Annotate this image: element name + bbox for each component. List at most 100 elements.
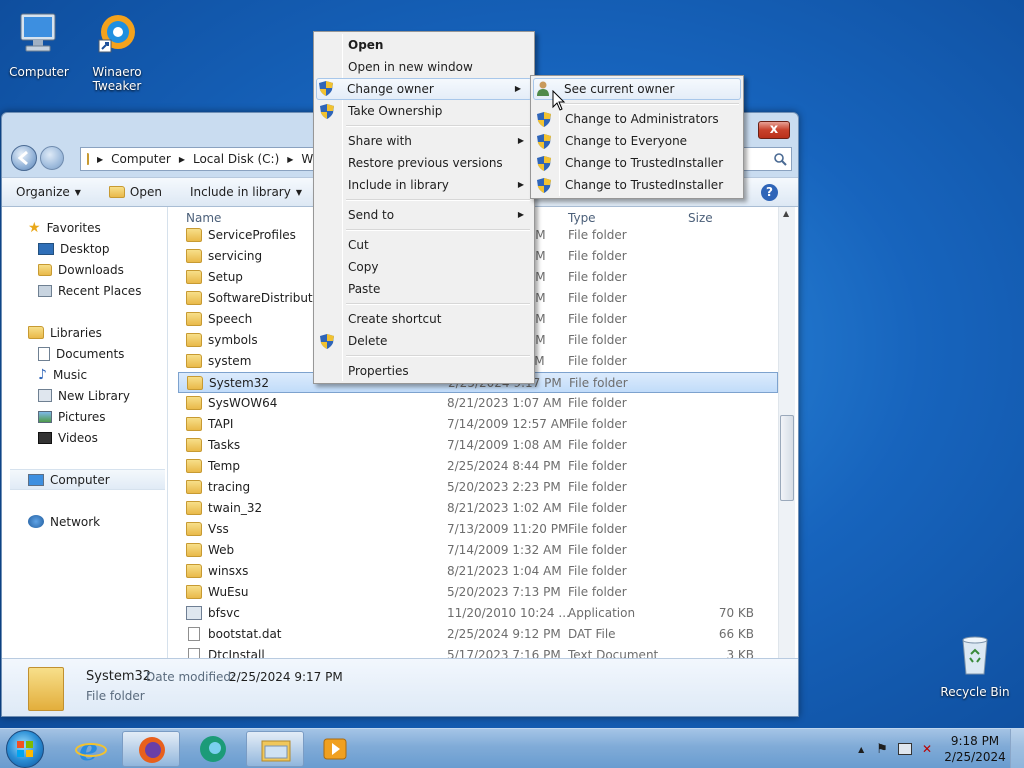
network-status-icon[interactable] <box>897 743 912 755</box>
chevron-down-icon: ▼ <box>295 187 302 197</box>
submenu-item-change-to-trustedinstaller-2[interactable]: Change to TrustedInstaller <box>531 174 743 196</box>
file-type: File folder <box>568 417 627 431</box>
folder-icon <box>186 585 202 599</box>
nav-new-library[interactable]: New Library <box>2 385 167 406</box>
desktop-icon-label-line2: Tweaker <box>92 79 142 93</box>
folder-icon <box>186 291 202 305</box>
volume-muted-icon[interactable]: ✕ <box>922 742 932 756</box>
nav-documents[interactable]: Documents <box>2 343 167 364</box>
file-row[interactable]: bfsvc 11/20/2010 10:24 ... Application 70 K… <box>178 603 778 624</box>
column-type[interactable]: Type <box>568 211 596 225</box>
menu-item-cut[interactable]: Cut <box>314 234 534 256</box>
menu-item-label: Change to TrustedInstaller <box>565 156 724 170</box>
file-name: Speech <box>208 312 253 326</box>
menu-item-label: Send to <box>348 208 395 222</box>
taskbar-firefox[interactable] <box>122 731 180 767</box>
forward-button[interactable] <box>40 146 64 170</box>
scroll-up-icon[interactable]: ▲ <box>783 209 789 218</box>
file-row[interactable]: Vss 7/13/2009 11:20 PM File folder <box>178 519 778 540</box>
file-row[interactable]: winsxs 8/21/2023 1:04 AM File folder <box>178 561 778 582</box>
file-row[interactable]: SysWOW64 8/21/2023 1:07 AM File folder <box>178 393 778 414</box>
window-close-button[interactable]: x <box>758 121 790 139</box>
column-name[interactable]: Name <box>186 211 221 225</box>
breadcrumb-computer[interactable]: Computer <box>111 152 171 166</box>
breadcrumb-local-disk[interactable]: Local Disk (C:) <box>193 152 279 166</box>
back-button[interactable] <box>11 145 37 171</box>
file-date: 8/21/2023 1:07 AM <box>447 396 562 410</box>
menu-item-copy[interactable]: Copy <box>314 256 534 278</box>
menu-item-restore-previous-versions[interactable]: Restore previous versions <box>314 152 534 174</box>
clock[interactable]: 9:18 PM 2/25/2024 <box>940 733 1010 765</box>
taskbar-internet-explorer[interactable]: e <box>62 731 120 768</box>
menu-item-send-to[interactable]: Send to ▶ <box>314 204 534 226</box>
submenu-item-change-to-trustedinstaller[interactable]: Change to TrustedInstaller <box>531 152 743 174</box>
folder-icon <box>186 522 202 536</box>
action-center-flag-icon[interactable]: ⚑ <box>876 742 888 757</box>
nav-desktop[interactable]: Desktop <box>2 238 167 259</box>
show-hidden-icons-icon[interactable]: ▲ <box>858 745 864 754</box>
scroll-thumb[interactable] <box>780 415 794 501</box>
nav-network[interactable]: Network <box>2 511 167 532</box>
menu-item-delete[interactable]: Delete <box>314 330 534 352</box>
file-row[interactable]: DtcInstall 5/17/2023 7:16 PM Text Document… <box>178 645 778 658</box>
start-button[interactable] <box>6 730 44 768</box>
folder-icon <box>186 417 202 431</box>
menu-item-open-new-window[interactable]: Open in new window <box>314 56 534 78</box>
submenu-item-change-to-everyone[interactable]: Change to Everyone <box>531 130 743 152</box>
file-row[interactable]: Web 7/14/2009 1:32 AM File folder <box>178 540 778 561</box>
desktop-icon-computer[interactable]: Computer <box>2 10 76 79</box>
desktop-icon-recycle-bin[interactable]: Recycle Bin <box>938 630 1012 699</box>
include-in-library-button[interactable]: Include in library ▼ <box>190 185 302 199</box>
desktop-icon-winaero-tweaker[interactable]: Winaero Tweaker <box>80 10 154 93</box>
menu-item-change-owner[interactable]: Change owner ▶ <box>316 78 532 100</box>
address-bar[interactable]: ▶ Computer ▶ Local Disk (C:) ▶ Win <box>80 147 320 171</box>
nav-libraries[interactable]: Libraries <box>2 322 167 343</box>
taskbar-file-explorer[interactable] <box>246 731 304 767</box>
file-type: File folder <box>568 312 627 326</box>
menu-item-paste[interactable]: Paste <box>314 278 534 300</box>
folder-icon <box>186 270 202 284</box>
submenu-arrow-icon: ▶ <box>517 210 524 219</box>
menu-separator <box>314 226 534 234</box>
nav-favorites[interactable]: ★ Favorites <box>2 217 167 238</box>
nav-pictures[interactable]: Pictures <box>2 406 167 427</box>
menu-item-take-ownership[interactable]: Take Ownership <box>314 100 534 122</box>
document-icon <box>188 627 200 641</box>
vertical-scrollbar[interactable]: ▲ <box>778 207 795 658</box>
desktop-icon-label: Computer <box>9 65 69 79</box>
file-name: ServiceProfiles <box>208 228 296 242</box>
nav-videos[interactable]: Videos <box>2 427 167 448</box>
menu-item-properties[interactable]: Properties <box>314 360 534 382</box>
menu-item-label: See current owner <box>564 82 675 96</box>
file-row[interactable]: bootstat.dat 2/25/2024 9:12 PM DAT File 66 … <box>178 624 778 645</box>
nav-label: Desktop <box>60 241 110 256</box>
nav-downloads[interactable]: Downloads <box>2 259 167 280</box>
file-row[interactable]: WuEsu 5/20/2023 7:13 PM File folder <box>178 582 778 603</box>
menu-item-open[interactable]: Open <box>314 34 534 56</box>
nav-recent-places[interactable]: Recent Places <box>2 280 167 301</box>
file-type: File folder <box>569 376 628 390</box>
menu-item-share-with[interactable]: Share with ▶ <box>314 130 534 152</box>
folder-icon <box>186 228 202 242</box>
file-row[interactable]: Tasks 7/14/2009 1:08 AM File folder <box>178 435 778 456</box>
help-icon[interactable]: ? <box>761 184 778 201</box>
menu-item-create-shortcut[interactable]: Create shortcut <box>314 308 534 330</box>
file-row[interactable]: Temp 2/25/2024 8:44 PM File folder <box>178 456 778 477</box>
column-size[interactable]: Size <box>688 211 713 225</box>
taskbar-media-player[interactable] <box>306 731 364 767</box>
menu-item-include-in-library[interactable]: Include in library ▶ <box>314 174 534 196</box>
show-desktop-button[interactable] <box>1010 729 1024 768</box>
file-row[interactable]: TAPI 7/14/2009 12:57 AM File folder <box>178 414 778 435</box>
computer-icon <box>28 473 44 486</box>
file-name: System32 <box>209 376 270 390</box>
file-size: 3 KB <box>726 648 754 658</box>
file-row[interactable]: twain_32 8/21/2023 1:02 AM File folder <box>178 498 778 519</box>
nav-music[interactable]: ♪ Music <box>2 364 167 385</box>
file-row[interactable]: tracing 5/20/2023 2:23 PM File folder <box>178 477 778 498</box>
downloads-folder-icon <box>38 263 52 276</box>
taskbar-edge[interactable] <box>184 731 242 767</box>
file-type: File folder <box>568 543 627 557</box>
open-button[interactable]: Open <box>108 185 162 199</box>
organize-button[interactable]: Organize ▼ <box>16 185 81 199</box>
nav-computer[interactable]: Computer <box>10 469 165 490</box>
